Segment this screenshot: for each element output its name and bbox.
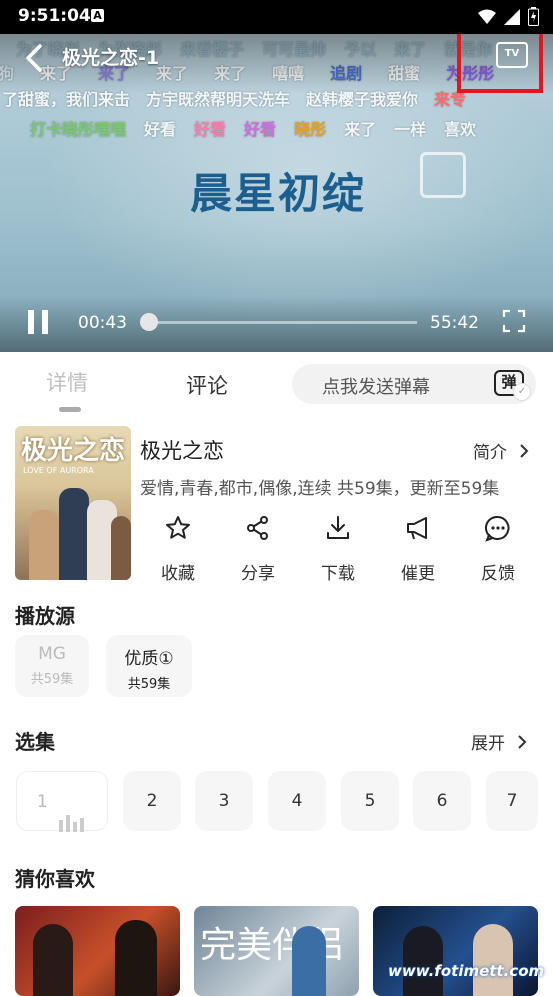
source-name: 优质① (124, 649, 174, 669)
episode-2-button[interactable]: 2 (123, 771, 181, 831)
danmaku-comment: 来了 (344, 120, 377, 139)
expand-label: 展开 (471, 734, 505, 754)
chevron-right-icon (520, 444, 529, 458)
feedback-label: 反馈 (481, 564, 515, 584)
video-decoration (420, 152, 466, 198)
show-poster[interactable]: 极光之恋 LOVE OF AURORA (15, 426, 131, 580)
danmaku-input-placeholder: 点我发送弹幕 (322, 377, 430, 398)
favorite-button[interactable]: 收藏 (148, 514, 208, 584)
share-icon (247, 516, 268, 540)
source-option-premium[interactable]: 优质① 共59集 (106, 635, 192, 697)
episode-6-button[interactable]: 6 (413, 771, 471, 831)
episode-1-button[interactable]: 1 (16, 771, 108, 832)
star-icon (166, 516, 190, 539)
thumbnail-figure (403, 926, 443, 996)
progress-bar[interactable] (139, 313, 417, 331)
episode-3-button[interactable]: 3 (195, 771, 253, 831)
total-time: 55:42 (430, 313, 479, 333)
status-time: 9:51:04 (18, 6, 91, 26)
current-time: 00:43 (78, 313, 127, 333)
urge-update-button[interactable]: 催更 (388, 514, 448, 584)
danmaku-check-icon: ✓ (513, 383, 531, 401)
source-name: MG (38, 644, 66, 664)
recommend-thumbnail[interactable]: 完美伴侣 (194, 906, 359, 996)
share-label: 分享 (241, 564, 275, 584)
recommend-heading: 猜你喜欢 (15, 867, 95, 891)
download-label: 下载 (321, 564, 355, 584)
danmaku-comment: 好看 (194, 120, 227, 139)
megaphone-icon (407, 517, 427, 540)
fullscreen-icon[interactable] (502, 309, 526, 333)
playing-indicator-icon (59, 772, 87, 832)
feedback-button[interactable]: 反馈 (468, 514, 528, 584)
danmaku-comment: 喜欢 (444, 120, 477, 139)
episodes-heading: 选集 (15, 730, 55, 754)
favorite-label: 收藏 (161, 564, 195, 584)
episode-7-button[interactable]: 7 (486, 771, 538, 831)
poster-figure (111, 516, 131, 580)
signal-icon (504, 8, 520, 25)
danmaku-comment: 好看 (244, 120, 277, 139)
danmaku-toggle-button[interactable]: 弹 ✓ (494, 366, 531, 401)
source-count: 共59集 (30, 672, 74, 687)
poster-subtitle: LOVE OF AURORA (23, 466, 94, 475)
back-arrow-icon[interactable] (22, 42, 48, 74)
recommend-thumbnail[interactable] (15, 906, 180, 996)
thumbnail-figure (473, 924, 513, 996)
recommend-thumbnail[interactable] (373, 906, 538, 996)
poster-title: 极光之恋 (21, 436, 126, 466)
episode-5-button[interactable]: 5 (341, 771, 399, 831)
poster-figure (29, 510, 59, 580)
source-count: 共59集 (127, 677, 171, 692)
danmaku-comment: 打卡晓彤嘿嘿 (30, 120, 127, 139)
wifi-icon (478, 9, 496, 24)
thumbnail-figure (115, 920, 157, 996)
progress-knob[interactable] (139, 313, 158, 331)
thumbnail-figure (33, 924, 73, 996)
battery-icon (528, 7, 539, 26)
chevron-right-icon (518, 735, 527, 749)
download-icon (327, 516, 349, 539)
download-button[interactable]: 下载 (308, 514, 368, 584)
app-notification-icon: A (91, 9, 104, 22)
source-heading: 播放源 (15, 604, 75, 628)
show-title: 极光之恋 (140, 439, 224, 463)
source-option-mg[interactable]: MG 共59集 (15, 635, 89, 697)
danmaku-comment: 好看 (144, 120, 177, 139)
tv-cast-button[interactable]: TV (496, 42, 528, 68)
episode-4-button[interactable]: 4 (268, 771, 326, 831)
video-overlay-logo: 晨星初绽 (190, 169, 367, 218)
intro-label: 简介 (473, 443, 507, 463)
intro-link[interactable]: 简介 (473, 438, 530, 463)
poster-figure (59, 488, 89, 580)
expand-episodes-button[interactable]: 展开 (471, 729, 528, 754)
tab-indicator (59, 407, 81, 412)
urge-update-label: 催更 (401, 564, 435, 584)
video-title: 极光之恋-1 (62, 47, 160, 69)
danmaku-comment: 一样 (394, 120, 427, 139)
site-watermark: www.fotimett.com (388, 962, 545, 980)
video-player[interactable]: 晨星初绽 为了晓彤为张晓彤来看樱子可可最帅予以来了就是你狗来了来了来了来了嘻嘻追… (0, 34, 553, 352)
danmaku-comment: 晓彤 (294, 120, 327, 139)
tab-detail[interactable]: 详情 (46, 367, 88, 397)
pause-button[interactable] (28, 310, 50, 334)
feedback-icon (484, 515, 510, 542)
thumbnail-figure (292, 926, 326, 996)
show-tags: 爱情,青春,都市,偶像,连续 共59集，更新至59集 (140, 479, 500, 499)
tab-comment[interactable]: 评论 (186, 370, 228, 400)
episode-number: 1 (36, 792, 48, 812)
share-button[interactable]: 分享 (228, 514, 288, 584)
status-bar: 9:51:04 A (0, 0, 553, 34)
